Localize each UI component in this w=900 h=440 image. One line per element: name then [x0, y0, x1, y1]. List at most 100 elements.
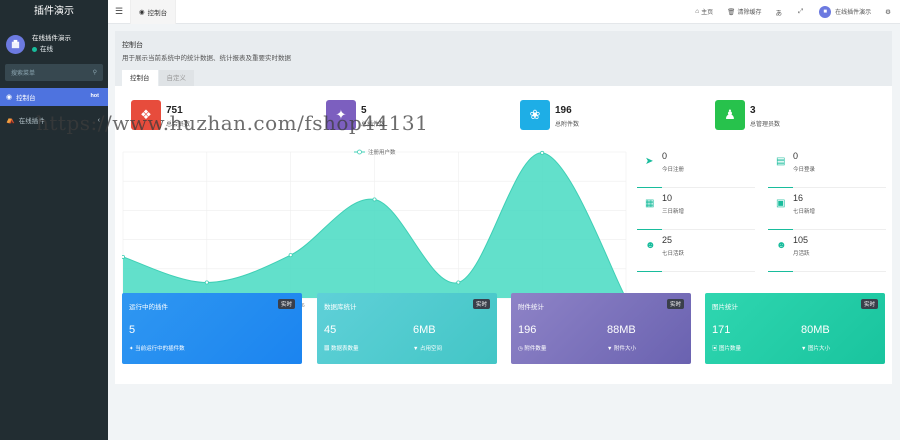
card-subtitle-text: 图片大小: [807, 346, 830, 352]
card-value: 196: [518, 324, 537, 336]
legend-label[interactable]: 注册用户数: [368, 148, 396, 156]
fullscreen-button[interactable]: ⤢: [791, 0, 812, 24]
card-value: 5: [129, 324, 136, 336]
menu-toggle-icon[interactable]: ☰: [108, 6, 130, 17]
user-status: 在线: [32, 44, 71, 55]
rocket-icon: ➤: [645, 156, 654, 167]
leaf-icon: ❀: [520, 100, 550, 130]
stat-label: 总附件数: [555, 122, 580, 128]
stat-label: 七日活跃: [662, 251, 685, 257]
stat-value: 0: [662, 151, 668, 161]
settings-button[interactable]: ⚙: [878, 0, 900, 24]
image-icon: ▣: [712, 346, 720, 352]
search-input[interactable]: 搜索菜单: [11, 68, 35, 77]
user-panel: 在线插件演示 在线: [0, 28, 108, 60]
gears-icon: ⚙: [885, 8, 891, 16]
dashboard-icon: ◉: [139, 8, 145, 16]
card-subtitle: ▩ 数据表数量: [324, 344, 359, 352]
stat-value: 10: [662, 193, 673, 203]
divider: [662, 271, 755, 272]
card-subtitle-text: 占用空间: [419, 346, 442, 352]
vcard-icon: ▤: [776, 156, 786, 167]
divider: [637, 229, 662, 230]
card-subtitle: ◷ 附件数量: [518, 344, 546, 352]
stat-value: 196: [555, 105, 572, 116]
search-icon[interactable]: ⚲: [93, 69, 97, 76]
page-description: 用于展示当前系统中的统计数据、统计报表及重要实时数据: [122, 55, 291, 62]
stat-value: 16: [793, 193, 804, 203]
chart-point[interactable]: [456, 280, 461, 285]
card-subtitle: ▣ 图片数量: [712, 344, 741, 352]
translate-button[interactable]: あ: [768, 0, 791, 24]
watermark-text: https://www.huzhan.com/fshop44131: [36, 111, 429, 135]
chart-point[interactable]: [122, 254, 125, 259]
sidebar-search[interactable]: 搜索菜单 ⚲: [5, 64, 103, 81]
clear-cache-button[interactable]: 🗑 清除缓存: [720, 0, 768, 24]
home-label: 主页: [701, 10, 714, 16]
page-title: 控制台: [122, 42, 143, 49]
clear-cache-label: 清除缓存: [737, 10, 762, 16]
translate-icon: あ: [775, 9, 782, 17]
card-value: 171: [712, 324, 731, 336]
stat-value: 105: [793, 235, 809, 245]
fullscreen-icon: ⤢: [797, 7, 804, 15]
sidebar-item-dashboard[interactable]: ◉ 控制台 hot: [0, 88, 108, 106]
user-name: 在线插件演示: [32, 35, 71, 42]
stat-label: 月活跃: [793, 251, 810, 257]
trash-icon: 🗑: [727, 8, 736, 16]
card-title: 图片统计: [712, 304, 738, 311]
filter-icon: ▼: [413, 346, 420, 352]
tab-label: 控制台: [147, 9, 168, 17]
card-title: 运行中的插件: [129, 304, 168, 311]
card-value-secondary: 88MB: [607, 324, 636, 336]
user-circle-icon: ☻: [776, 240, 787, 251]
card-title: 数据库统计: [324, 304, 357, 311]
stat-label: 三日新增: [662, 209, 685, 215]
database-icon: ▩: [324, 346, 332, 352]
stat-label: 今日登录: [793, 167, 816, 173]
stat-value: 0: [793, 151, 799, 161]
stat-seven-day: ▣ 16 七日新增: [768, 190, 886, 230]
realtime-badge: 实时: [666, 299, 684, 309]
stat-three-day: ▦ 10 三日新增: [637, 190, 755, 230]
divider: [793, 229, 886, 230]
navbar-right: ⌂ 主页 🗑 清除缓存 あ ⤢ ■ 在线插件演示 ⚙: [688, 0, 900, 24]
card-subtitle-secondary: ▼ 附件大小: [607, 344, 636, 352]
card-title: 附件统计: [518, 304, 544, 311]
card-value-secondary: 80MB: [801, 324, 830, 336]
bank-icon: ⛺: [6, 117, 15, 124]
divider: [637, 187, 662, 188]
calendar-plus-icon: ▣: [776, 198, 786, 209]
stat-attachments: ❀ 196 总附件数: [520, 100, 579, 130]
chart-point[interactable]: [540, 150, 545, 155]
stat-seven-day-active: ☻ 25 七日活跃: [637, 232, 755, 272]
card-subtitle-text: 附件数量: [524, 346, 547, 352]
stat-month-active: ☻ 105 月活跃: [768, 232, 886, 272]
divider: [637, 271, 662, 272]
user-avatar-icon[interactable]: [6, 34, 25, 54]
app-logo-title[interactable]: 插件演示: [0, 0, 108, 24]
divider: [793, 187, 886, 188]
stat-today-login: ▤ 0 今日登录: [768, 148, 886, 188]
user-menu[interactable]: ■ 在线插件演示: [812, 0, 878, 24]
user-avatar-icon: ■: [819, 5, 832, 18]
legend-marker: [357, 149, 362, 155]
realtime-badge: 实时: [277, 299, 295, 309]
divider: [768, 271, 793, 272]
divider: [662, 187, 755, 188]
home-link[interactable]: ⌂ 主页: [688, 0, 720, 24]
card-running-plugins: 运行中的插件 实时 5 ✦ 当前运行中的插件数: [122, 293, 302, 364]
card-subtitle-secondary: ▼ 图片大小: [801, 344, 830, 352]
filter-icon: ▼: [801, 346, 808, 352]
tab-dashboard[interactable]: ◉ 控制台: [130, 0, 177, 24]
sidebar: 插件演示 在线插件演示 在线 搜索菜单 ⚲ ◉ 控制台 hot ⛺ 在线插件 ‹: [0, 0, 108, 440]
card-subtitle-text: 数据表数量: [331, 346, 359, 352]
dashboard-icon: ◉: [6, 94, 13, 101]
card-subtitle: ✦ 当前运行中的插件数: [129, 344, 185, 352]
chart-point[interactable]: [372, 197, 377, 202]
stat-value: 3: [750, 105, 756, 116]
chart-point[interactable]: [204, 280, 209, 285]
stat-label: 今日注册: [662, 167, 685, 173]
card-subtitle-text: 附件大小: [613, 346, 636, 352]
chart-point[interactable]: [288, 253, 293, 258]
